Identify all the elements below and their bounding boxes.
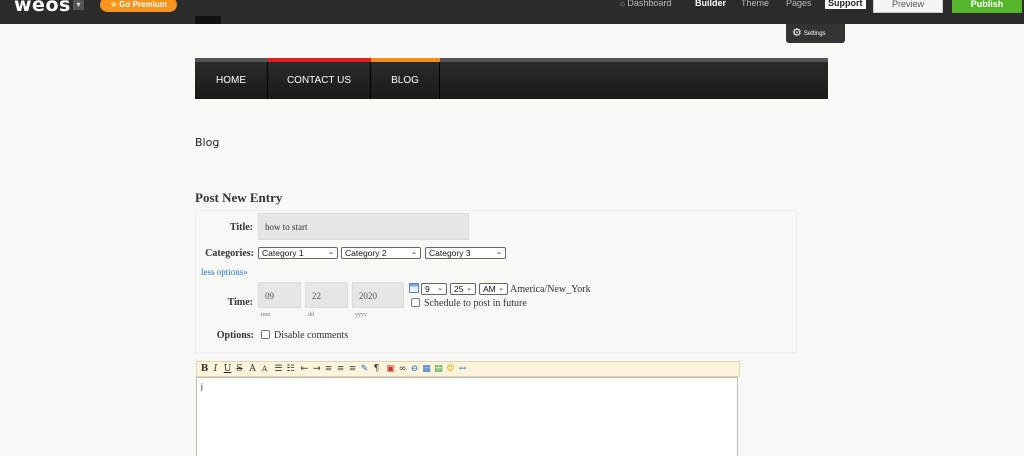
nav-theme[interactable]: Theme [741,0,769,8]
site-title-glyphs: ▬ ▬▬▬▬▬ [195,13,335,24]
outdent-icon[interactable]: ⇤ [299,363,310,375]
day-input[interactable]: 22 [305,282,348,308]
chevron-down-icon: ⌄ [466,285,472,292]
page-heading: Blog [195,136,220,149]
settings-button[interactable]: ⚙ Settings [786,24,845,43]
post-new-entry-heading: Post New Entry [195,190,283,205]
chevron-down-icon: ⌄ [498,285,504,292]
schedule-checkbox[interactable] [411,298,420,307]
smiley-icon[interactable]: ☺ [445,363,456,375]
nav-builder[interactable]: Builder [695,0,726,8]
editor-text: j [201,382,203,391]
category-select-3[interactable]: Category 3 ⌄ [425,247,506,259]
month-hint: mm [261,312,271,318]
ampm-value: AM [483,284,496,294]
title-input[interactable]: how to start [258,213,469,240]
nav-dashboard-label: Dashboard [627,0,672,8]
less-options-link[interactable]: less options» [201,267,248,277]
gear-icon: ⚙ [792,27,802,39]
numbered-list-icon[interactable]: ☷ [285,363,296,375]
italic-button[interactable]: I [210,363,221,375]
align-right-icon[interactable]: ≡ [347,363,358,375]
options-label: Options: [216,330,254,341]
settings-label: Settings [803,31,826,38]
day-hint: dd [308,312,314,318]
font-size-up-icon[interactable]: A [247,363,258,375]
site-navigation: HOME CONTACT US BLOG [195,58,828,99]
year-hint: yyyy [355,312,367,318]
table-icon[interactable]: ▦ [421,363,432,375]
minute-value: 25 [454,284,464,294]
site-nav-home[interactable]: HOME [195,62,268,99]
indent-icon[interactable]: ⇥ [311,363,322,375]
minute-select[interactable]: 25 ⌄ [450,283,476,295]
horizontal-rule-icon[interactable]: ⊖ [409,363,420,375]
site-nav-contact[interactable]: CONTACT US [268,62,371,99]
chevron-down-icon: ⌄ [496,249,502,256]
bold-button[interactable]: B [199,363,210,375]
publish-button[interactable]: Publish [952,0,1022,13]
time-label: Time: [227,297,253,308]
strikethrough-button[interactable]: S [234,363,245,375]
format-icon[interactable]: ¶ [371,363,382,375]
editor-toolbar: B I U S A A ☰ ☷ ⇤ ⇥ ≡ ≡ ≡ ✎ ¶ ▣ ∞ ⊖ ▦ ▤ … [196,361,740,377]
chevron-down-icon: ⌄ [411,249,417,256]
category-2-value: Category 2 [345,248,387,258]
logo-menu-icon[interactable]: ▾ [73,0,84,10]
admin-topbar: weos ▾ ★ Go Premium ⌂ Dashboard Builder T… [0,0,1024,24]
align-left-icon[interactable]: ≡ [323,363,334,375]
year-input[interactable]: 2020 [352,282,404,308]
schedule-label: Schedule to post in future [424,298,527,309]
chevron-down-icon: ⌄ [437,285,443,292]
font-size-down-icon[interactable]: A [259,363,270,375]
site-nav-blog[interactable]: BLOG [371,62,440,99]
star-icon: ★ [110,0,118,9]
chevron-down-icon: ⌄ [328,249,334,256]
site-title-remnant: ▬ ▬▬▬▬▬ [195,13,335,24]
weos-logo[interactable]: weos [14,0,71,16]
nav-pages[interactable]: Pages [786,0,812,8]
source-code-icon[interactable]: ↔ [457,363,468,375]
ampm-select[interactable]: AM ⌄ [479,283,508,295]
categories-label: Categories: [205,248,254,259]
go-premium-label: Go Premium [119,0,167,9]
link-icon[interactable]: ∞ [397,363,408,375]
image-icon[interactable]: ▣ [385,363,396,375]
go-premium-button[interactable]: ★ Go Premium [100,0,177,12]
category-select-1[interactable]: Category 1 ⌄ [258,247,338,259]
home-icon: ⌂ [620,0,625,8]
bullet-list-icon[interactable]: ☰ [273,363,284,375]
hour-select[interactable]: 9 ⌄ [421,283,447,295]
category-3-value: Category 3 [429,248,471,258]
align-center-icon[interactable]: ≡ [335,363,346,375]
support-button[interactable]: Support [825,0,866,9]
title-label: Title: [229,222,253,233]
underline-button[interactable]: U [222,363,233,375]
calendar-icon[interactable] [409,283,419,293]
preview-button[interactable]: Preview [873,0,943,13]
hour-value: 9 [425,284,430,294]
month-input[interactable]: 09 [258,282,301,308]
disable-comments-label: Disable comments [274,330,349,341]
text-color-icon[interactable]: ✎ [359,363,370,375]
nav-dashboard[interactable]: ⌂ Dashboard [620,0,671,8]
category-1-value: Category 1 [262,248,304,258]
disable-comments-checkbox[interactable] [261,330,270,339]
category-select-2[interactable]: Category 2 ⌄ [341,247,421,259]
timezone-text: America/New_York [510,284,591,295]
media-icon[interactable]: ▤ [433,363,444,375]
editor-content-area[interactable]: j [196,377,738,456]
